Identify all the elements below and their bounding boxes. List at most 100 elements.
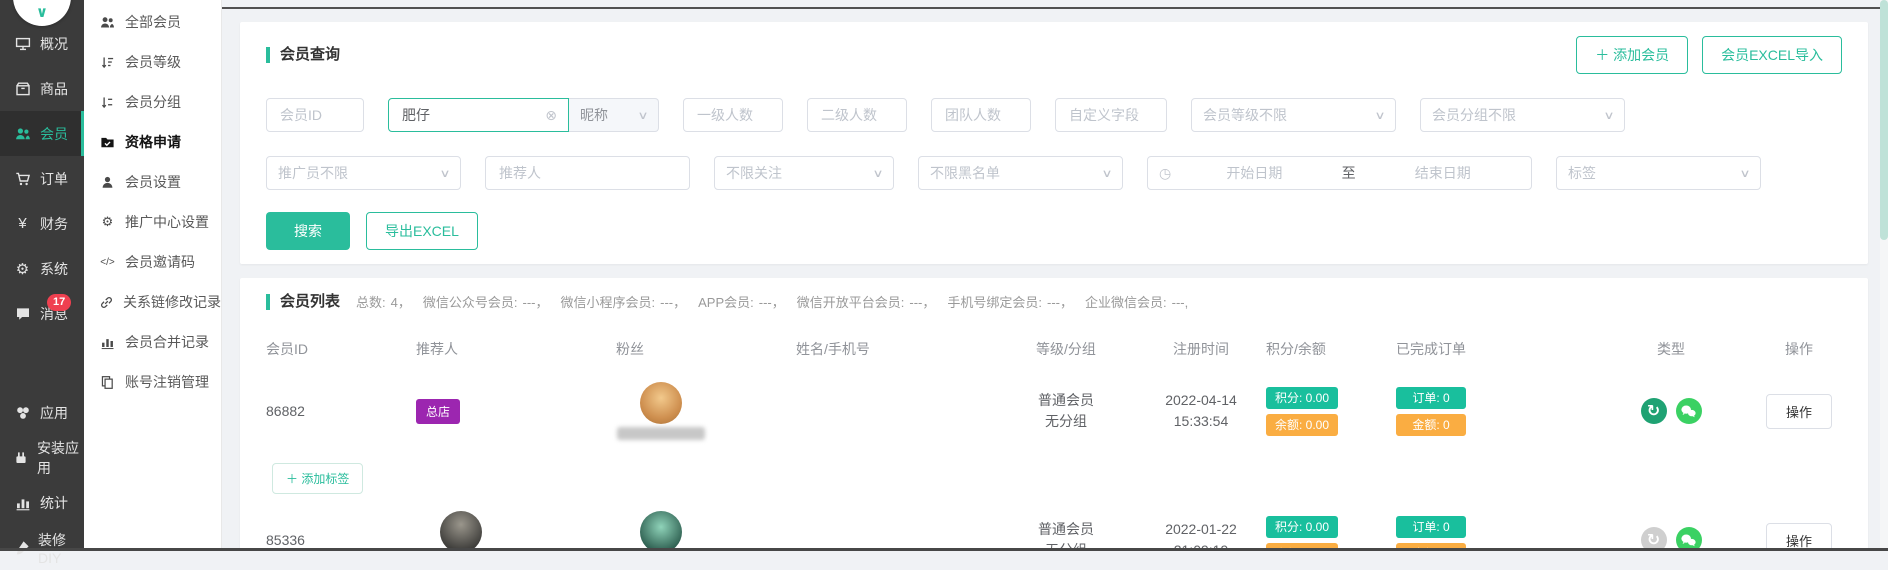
end-date-placeholder[interactable]: 结束日期 <box>1366 163 1520 183</box>
blacklist-filter-select[interactable]: 不限黑名单 ∨ <box>918 156 1123 190</box>
submenu-label: 全部会员 <box>125 12 181 32</box>
points-badge: 积分: 0.00 <box>1266 516 1338 538</box>
nav-install-apps[interactable]: 安装应用 <box>0 435 84 480</box>
promoter-select[interactable]: 推广员不限 ∨ <box>266 156 461 190</box>
level-group: 普通会员 无分组 <box>996 390 1136 432</box>
start-date-placeholder[interactable]: 开始日期 <box>1177 163 1331 183</box>
gears-icon: ⚙ <box>13 260 32 278</box>
submenu-label: 会员合并记录 <box>125 332 209 352</box>
nav-label: 统计 <box>40 493 68 513</box>
chevron-down-icon: ∨ <box>1739 167 1750 180</box>
orders-badge: 订单: 0 <box>1396 516 1466 538</box>
submenu-account-cancellation[interactable]: 账号注销管理 <box>84 362 221 402</box>
submenu-member-levels[interactable]: 会员等级 <box>84 42 221 82</box>
wechat-icon <box>1676 398 1702 424</box>
nav-system[interactable]: ⚙ 系统 <box>0 246 84 291</box>
nav-label: 财务 <box>40 214 68 234</box>
nav-finance[interactable]: ¥ 财务 <box>0 201 84 246</box>
submenu-label: 关系链修改记录 <box>123 292 221 312</box>
team-count-field <box>931 98 1031 132</box>
member-id-input[interactable] <box>278 106 352 124</box>
yen-icon: ¥ <box>13 215 32 232</box>
row-action-button[interactable]: 操作 <box>1766 523 1832 552</box>
add-tag-button[interactable]: ＋ 添加标签 <box>272 463 363 494</box>
member-id: 86882 <box>266 403 416 419</box>
nickname-type-select[interactable]: 昵称 ∨ <box>569 98 659 132</box>
team-count-input[interactable] <box>943 106 1019 124</box>
member-group-select[interactable]: 会员分组不限 ∨ <box>1420 98 1625 132</box>
monitor-icon <box>13 36 32 52</box>
clear-icon[interactable]: ⊗ <box>545 107 557 124</box>
custom-field-input[interactable] <box>1067 106 1155 124</box>
users-icon <box>13 126 32 142</box>
users-icon <box>99 15 116 30</box>
logo-mark-icon: ∨ <box>36 0 48 26</box>
level2-count-input[interactable] <box>819 106 895 124</box>
export-excel-button[interactable]: 导出EXCEL <box>366 212 478 250</box>
nav-label: 应用 <box>40 403 68 423</box>
referrer-input[interactable] <box>497 164 678 182</box>
register-time: 2022-01-22 21:09:19 <box>1136 519 1266 551</box>
primary-nav-rail: ∨ 概况 商品 会员 订单 ¥ 财务 <box>0 0 84 551</box>
member-level-select[interactable]: 会员等级不限 ∨ <box>1191 98 1396 132</box>
avatar <box>440 511 482 551</box>
chevron-down-icon: ∨ <box>1603 109 1614 122</box>
code-icon: </> <box>99 257 116 268</box>
member-stats: 总数:4， 微信公众号会员:---， 微信小程序会员:---， APP会员:--… <box>356 292 1200 311</box>
nav-label: 概况 <box>40 34 68 54</box>
chevron-down-icon: ∨ <box>1101 167 1112 180</box>
points-balance: 积分: 0.00 余额: 0.00 <box>1266 516 1396 552</box>
scrollbar-thumb[interactable] <box>1880 0 1888 240</box>
nav-apps[interactable]: 应用 <box>0 390 84 435</box>
nickname-input[interactable] <box>400 106 539 124</box>
nickname-field: ⊗ <box>388 98 569 132</box>
folder-check-icon <box>99 135 116 150</box>
amount-badge: 金额: 0 <box>1396 414 1466 436</box>
submenu-qualification-apply[interactable]: 资格申请 <box>84 122 221 162</box>
nav-goods[interactable]: 商品 <box>0 66 84 111</box>
add-member-button[interactable]: ＋ 添加会员 <box>1576 36 1688 74</box>
nav-orders[interactable]: 订单 <box>0 156 84 201</box>
nav-statistics[interactable]: 统计 <box>0 480 84 525</box>
member-query-card: 会员查询 ＋ 添加会员 会员EXCEL导入 ⊗ 昵称 <box>240 22 1868 264</box>
submenu-label: 会员等级 <box>125 52 181 72</box>
submenu-member-invite-code[interactable]: </> 会员邀请码 <box>84 242 221 282</box>
avatar <box>640 382 682 424</box>
nav-members[interactable]: 会员 <box>0 111 84 156</box>
points-badge: 积分: 0.00 <box>1266 387 1338 409</box>
submenu-promotion-center-settings[interactable]: ⚙ 推广中心设置 <box>84 202 221 242</box>
follow-filter-select[interactable]: 不限关注 ∨ <box>714 156 894 190</box>
row-action-button[interactable]: 操作 <box>1766 394 1832 429</box>
nickname-search-group: ⊗ 昵称 ∨ <box>388 98 659 132</box>
submenu-label: 推广中心设置 <box>125 212 209 232</box>
member-id: 85336 <box>266 532 416 548</box>
nav-label: 会员 <box>40 124 68 144</box>
nav-label: 系统 <box>40 259 68 279</box>
member-id-field <box>266 98 364 132</box>
cart-icon <box>13 171 32 187</box>
submenu-relation-chain-log[interactable]: 关系链修改记录 <box>84 282 221 322</box>
date-range-picker[interactable]: ◷ 开始日期 至 结束日期 <box>1147 156 1532 190</box>
nav-messages[interactable]: 消息 17 <box>0 291 84 336</box>
referrer-avatar-block <box>416 511 506 551</box>
nav-overview[interactable]: 概况 <box>0 21 84 66</box>
submenu-member-merge-log[interactable]: 会员合并记录 <box>84 322 221 362</box>
top-divider <box>222 7 1888 9</box>
main-content: 会员查询 ＋ 添加会员 会员EXCEL导入 ⊗ 昵称 <box>222 0 1888 551</box>
nav-label: 订单 <box>40 169 68 189</box>
member-excel-import-button[interactable]: 会员EXCEL导入 <box>1702 36 1842 74</box>
search-button[interactable]: 搜索 <box>266 212 350 250</box>
level1-count-input[interactable] <box>695 106 771 124</box>
submenu-label: 资格申请 <box>125 132 181 152</box>
censored-name <box>617 427 705 440</box>
query-card-title: 会员查询 <box>266 47 340 63</box>
avatar <box>640 511 682 551</box>
submenu-member-settings[interactable]: 会员设置 <box>84 162 221 202</box>
person-icon <box>99 175 116 190</box>
plug-icon <box>13 450 29 466</box>
submenu-all-members[interactable]: 全部会员 <box>84 2 221 42</box>
level-group: 普通会员 无分组 <box>996 519 1136 551</box>
submenu-member-groups[interactable]: 会员分组 <box>84 82 221 122</box>
vertical-scrollbar[interactable] <box>1880 0 1888 551</box>
tag-select[interactable]: 标签 ∨ <box>1556 156 1761 190</box>
